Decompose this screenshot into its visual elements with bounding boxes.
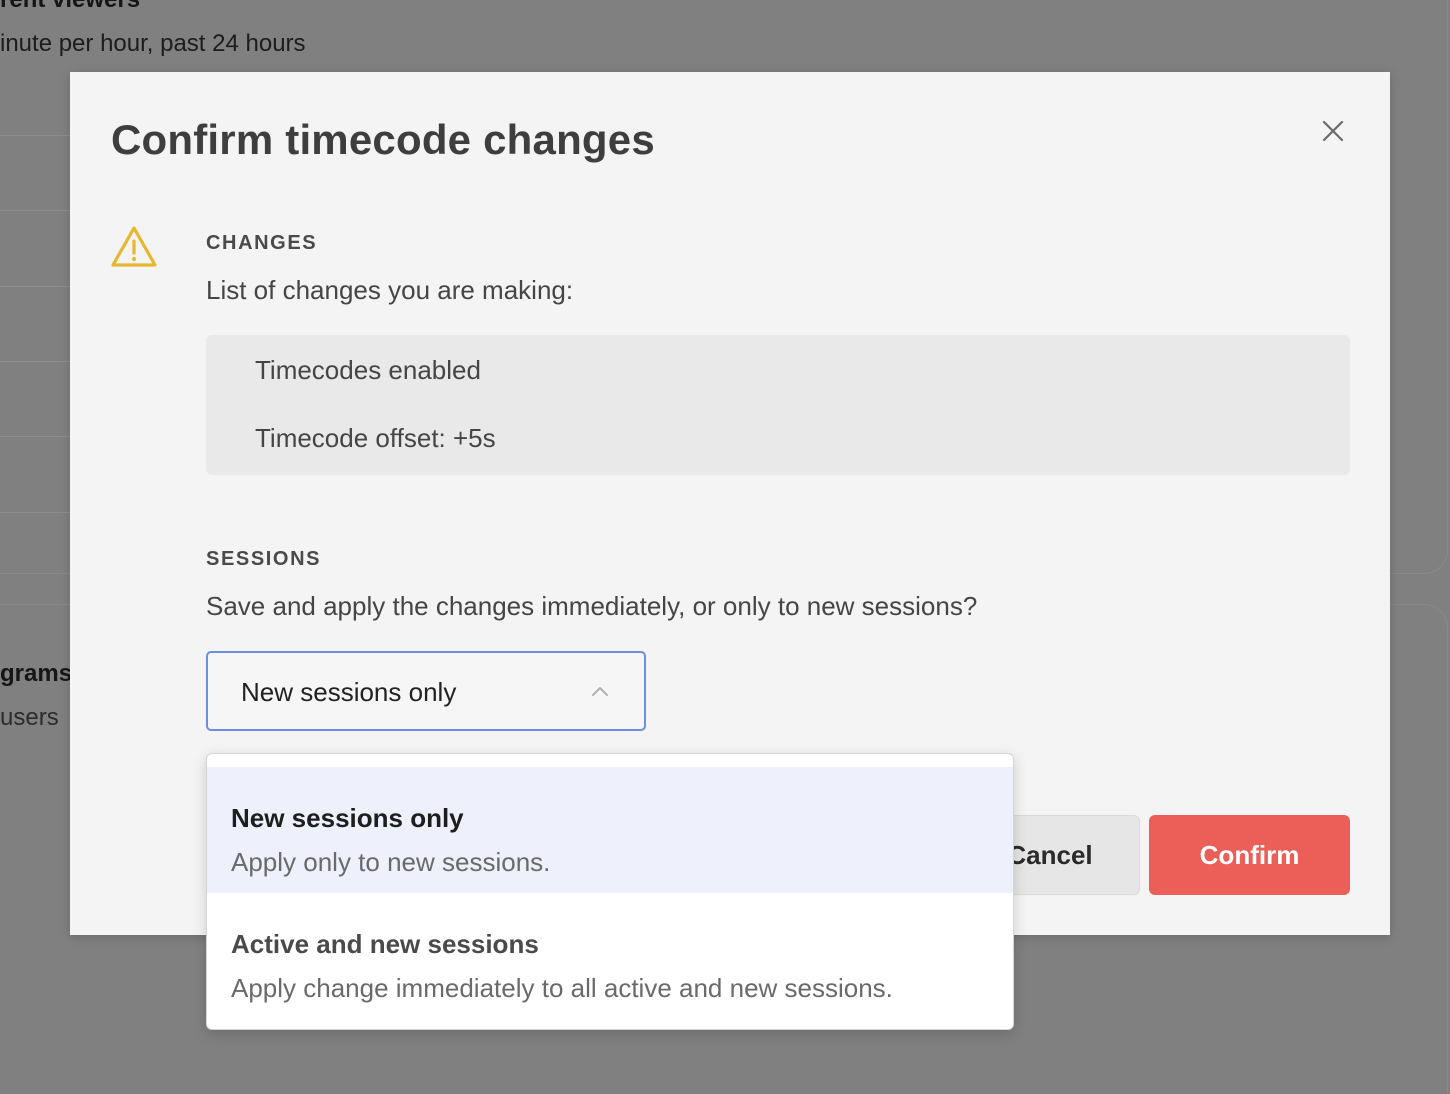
background-row-divider — [0, 361, 80, 362]
close-icon — [1322, 120, 1344, 142]
sessions-select-value: New sessions only — [241, 677, 457, 707]
background-card-title: rent viewers — [0, 0, 140, 14]
confirm-button[interactable]: Confirm — [1149, 815, 1350, 895]
background-card-title: grams — [0, 660, 73, 687]
list-item: Timecode offset: +5s — [255, 423, 496, 453]
close-button[interactable] — [1318, 116, 1348, 146]
changes-section-label: CHANGES — [206, 232, 318, 254]
sessions-select[interactable]: New sessions only — [206, 651, 646, 731]
option-description: Apply change immediately to all active a… — [231, 973, 893, 1003]
option-title: Active and new sessions — [231, 929, 539, 959]
background-card-subtitle: users — [0, 704, 59, 731]
background-row-divider — [0, 286, 80, 287]
option-description: Apply only to new sessions. — [231, 847, 551, 877]
list-item: Timecodes enabled — [255, 355, 481, 385]
dropdown-option-active-and-new[interactable]: Active and new sessions Apply change imm… — [207, 893, 1013, 1019]
background-row-divider — [0, 210, 80, 211]
sessions-section-label: SESSIONS — [206, 548, 322, 570]
chevron-up-icon — [592, 687, 608, 696]
background-row-divider — [0, 512, 80, 513]
changes-list: Timecodes enabled Timecode offset: +5s — [206, 335, 1350, 475]
background-row-divider — [0, 436, 80, 437]
warning-triangle-icon — [111, 226, 157, 267]
option-title: New sessions only — [231, 803, 464, 833]
sessions-dropdown-menu: New sessions only Apply only to new sess… — [206, 753, 1014, 1030]
dialog-title: Confirm timecode changes — [111, 116, 655, 163]
background-card-subtitle: inute per hour, past 24 hours — [0, 30, 306, 57]
changes-description: List of changes you are making: — [206, 275, 574, 305]
sessions-description: Save and apply the changes immediately, … — [206, 591, 978, 621]
background-row-divider — [0, 135, 80, 136]
dropdown-option-new-sessions[interactable]: New sessions only Apply only to new sess… — [207, 767, 1013, 893]
